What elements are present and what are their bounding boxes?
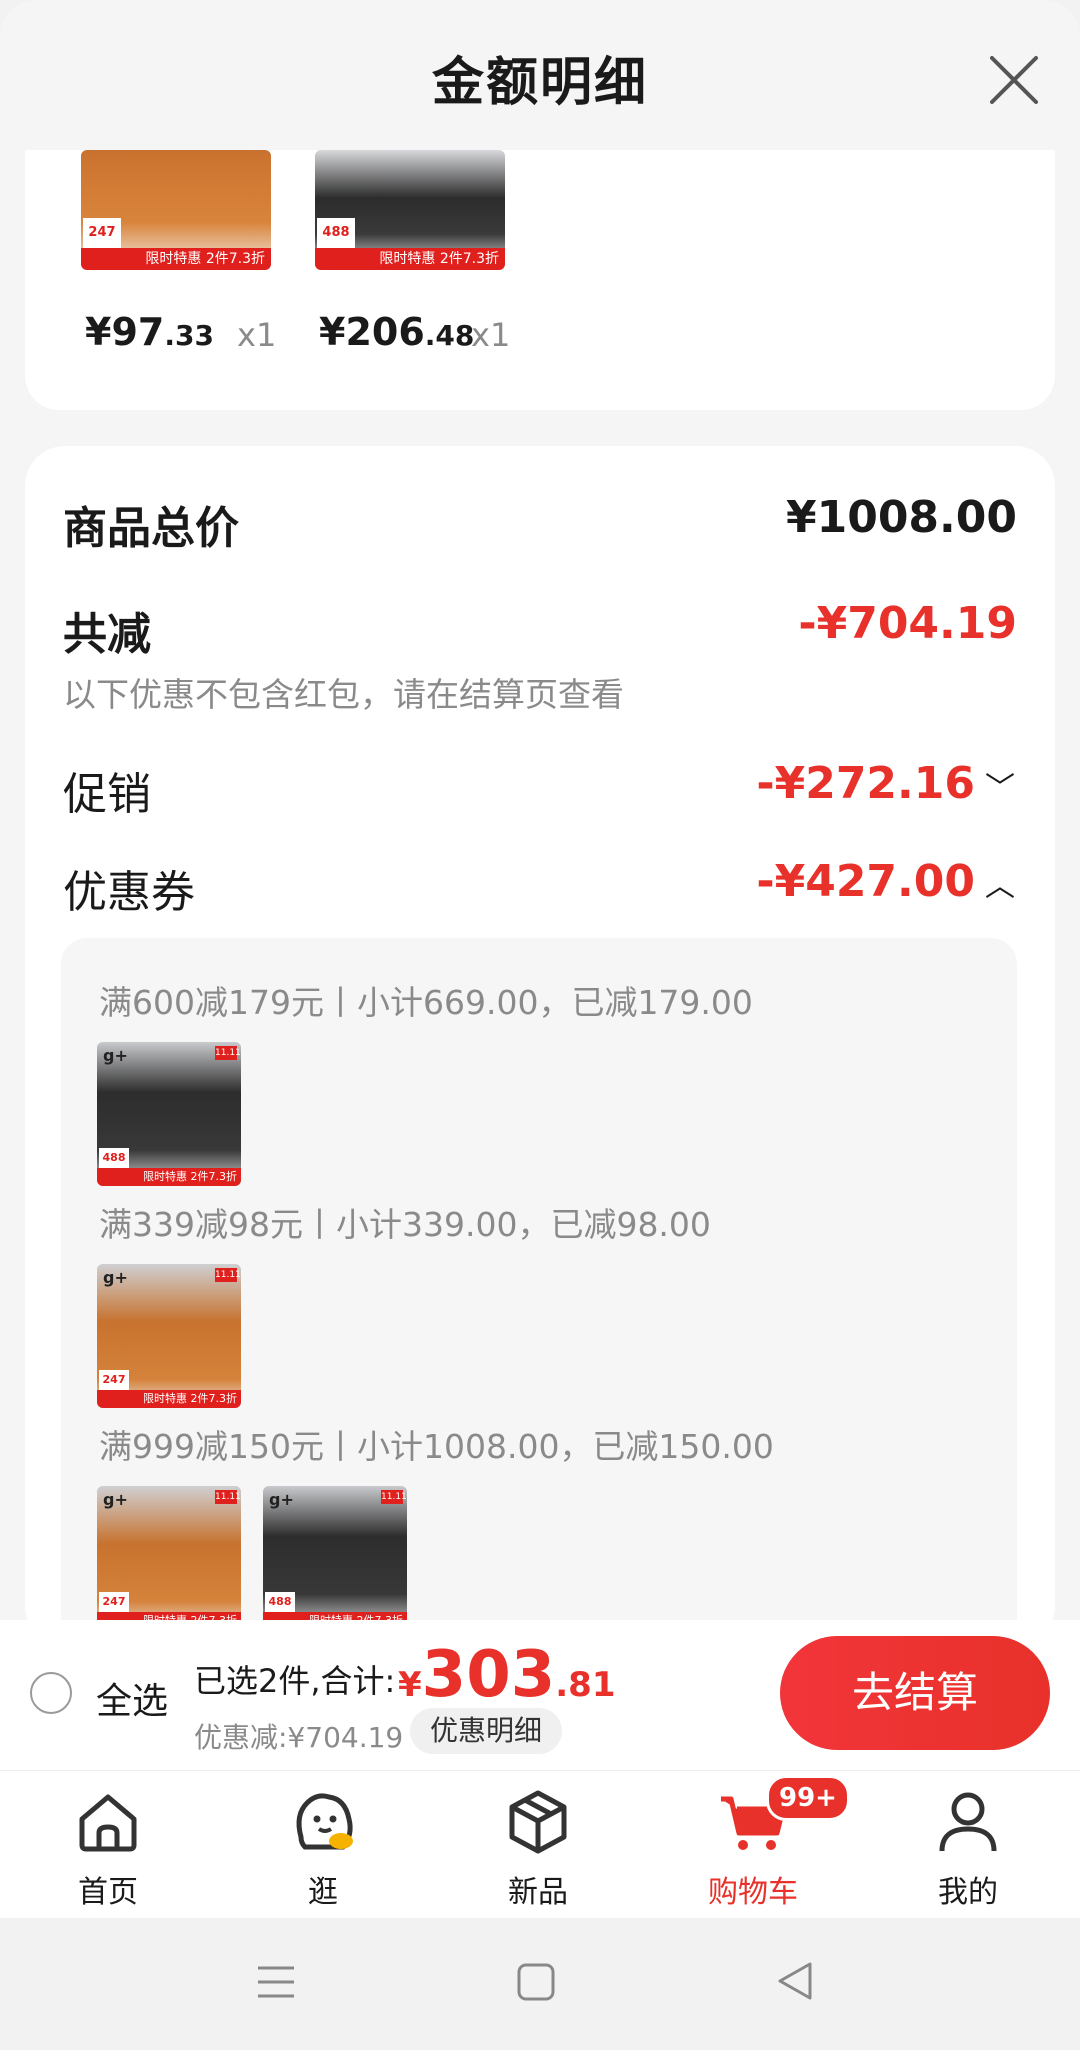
brand-logo: g+: [103, 1268, 128, 1287]
products-card: 247 限时特惠 2件7.3折 488 限时特惠 2件7.3折 ¥97.33 x…: [25, 130, 1055, 410]
cart-total: ¥303.81: [398, 1638, 616, 1712]
price-tag: 488: [265, 1592, 295, 1612]
menu-icon[interactable]: [256, 1962, 296, 2002]
tab-label: 逛: [308, 1875, 338, 1910]
promo-banner: 限时特惠 2件7.3折: [81, 248, 271, 270]
total-price-value: ¥1008.00: [785, 492, 1017, 543]
price-summary-card: 商品总价 ¥1008.00 共减 -¥704.19 以下优惠不包含红包，请在结算…: [25, 446, 1055, 1620]
brand-logo: g+: [103, 1046, 128, 1065]
coupon-detail-box: 满600减179元丨小计669.00，已减179.00 g+ 11.11 488…: [61, 938, 1017, 1620]
coupon-row[interactable]: -¥427.00 ︿: [756, 856, 1015, 907]
reduce-note: 以下优惠不包含红包，请在结算页查看: [63, 675, 624, 714]
event-badge: 11.11: [381, 1490, 407, 1504]
tab-mine[interactable]: 我的: [893, 1771, 1043, 1919]
promo-banner: 限时特惠 2件7.3折: [263, 1612, 407, 1620]
event-badge: 11.11: [215, 1490, 241, 1504]
coupon-rule: 满339减98元丨小计339.00，已减98.00: [99, 1205, 711, 1244]
tab-browse[interactable]: 逛: [248, 1771, 398, 1919]
product-qty: x1: [237, 316, 277, 354]
promo-banner: 限时特惠 2件7.3折: [97, 1390, 241, 1408]
chevron-down-icon: ﹀: [985, 771, 1015, 806]
product-thumb-sweater[interactable]: 247 限时特惠 2件7.3折: [81, 150, 271, 270]
coupon-rule: 满600减179元丨小计669.00，已减179.00: [99, 983, 753, 1022]
coupon-label: 优惠券: [63, 867, 195, 918]
home-square-icon[interactable]: [516, 1962, 556, 2002]
promo-label: 促销: [63, 769, 151, 820]
brand-logo: g+: [269, 1490, 294, 1509]
price-tag: 247: [99, 1592, 129, 1612]
coupon-product-thumb-coat[interactable]: g+ 11.11 488 限时特惠 2件7.3折: [263, 1486, 407, 1620]
back-icon[interactable]: [774, 1960, 814, 2002]
select-all-radio[interactable]: [30, 1672, 72, 1714]
price-tag: 488: [317, 218, 355, 248]
system-nav-bar: [0, 1918, 1080, 2050]
selected-info: 已选2件,合计:: [194, 1662, 396, 1700]
checkout-button[interactable]: 去结算: [780, 1636, 1050, 1750]
price-tag: 488: [99, 1148, 129, 1168]
promo-banner: 限时特惠 2件7.3折: [97, 1168, 241, 1186]
promo-banner: 限时特惠 2件7.3折: [97, 1612, 241, 1620]
event-badge: 11.11: [215, 1046, 241, 1060]
mascot-icon: [296, 1793, 353, 1850]
product-thumb-coat[interactable]: 488 限时特惠 2件7.3折: [315, 150, 505, 270]
sheet-title: 金额明细: [431, 53, 648, 113]
amount-detail-sheet: 247 限时特惠 2件7.3折 488 限时特惠 2件7.3折 ¥97.33 x…: [0, 0, 1080, 1620]
price-tag: 247: [99, 1370, 129, 1390]
product-qty: x1: [471, 316, 511, 354]
tab-label: 购物车: [708, 1875, 798, 1910]
product-price: ¥97.33: [85, 310, 214, 354]
tab-new[interactable]: 新品: [463, 1771, 613, 1919]
tab-label: 新品: [508, 1875, 568, 1910]
chevron-up-icon: ︿: [985, 869, 1015, 904]
promo-row[interactable]: -¥272.16 ﹀: [756, 758, 1015, 809]
event-badge: 11.11: [215, 1268, 241, 1282]
discount-amount: 优惠减:¥704.19: [194, 1721, 404, 1754]
sheet-header: 金额明细: [0, 0, 1080, 150]
home-icon: [79, 1794, 137, 1852]
reduce-value: -¥704.19: [798, 598, 1017, 649]
checkout-bar: 全选 已选2件,合计: ¥303.81 优惠减:¥704.19 优惠明细 去结算: [0, 1620, 1080, 1770]
reduce-label: 共减: [63, 609, 151, 660]
box-icon: [509, 1790, 567, 1854]
brand-logo: g+: [103, 1490, 128, 1509]
cart-count-badge: 99+: [766, 1775, 850, 1821]
total-price-label: 商品总价: [63, 503, 239, 554]
promo-value: -¥272.16: [756, 758, 975, 809]
promo-banner: 限时特惠 2件7.3折: [315, 248, 505, 270]
price-tag: 247: [83, 218, 121, 248]
bottom-tab-bar: 首页 逛 新品 购物车 99+ 我的: [0, 1770, 1080, 1919]
tab-label: 首页: [78, 1875, 138, 1910]
user-icon: [939, 1792, 997, 1852]
product-price: ¥206.48: [319, 310, 475, 354]
tab-label: 我的: [938, 1875, 998, 1910]
close-icon[interactable]: [978, 44, 1050, 116]
coupon-product-thumb-sweater[interactable]: g+ 11.11 247 限时特惠 2件7.3折: [97, 1264, 241, 1408]
coupon-product-thumb-coat[interactable]: g+ 11.11 488 限时特惠 2件7.3折: [97, 1042, 241, 1186]
coupon-rule: 满999减150元丨小计1008.00，已减150.00: [99, 1427, 774, 1466]
tab-home[interactable]: 首页: [33, 1771, 183, 1919]
select-all-label[interactable]: 全选: [96, 1672, 168, 1724]
coupon-value: -¥427.00: [756, 856, 975, 907]
coupon-product-thumb-sweater[interactable]: g+ 11.11 247 限时特惠 2件7.3折: [97, 1486, 241, 1620]
discount-detail-button[interactable]: 优惠明细: [410, 1708, 563, 1754]
